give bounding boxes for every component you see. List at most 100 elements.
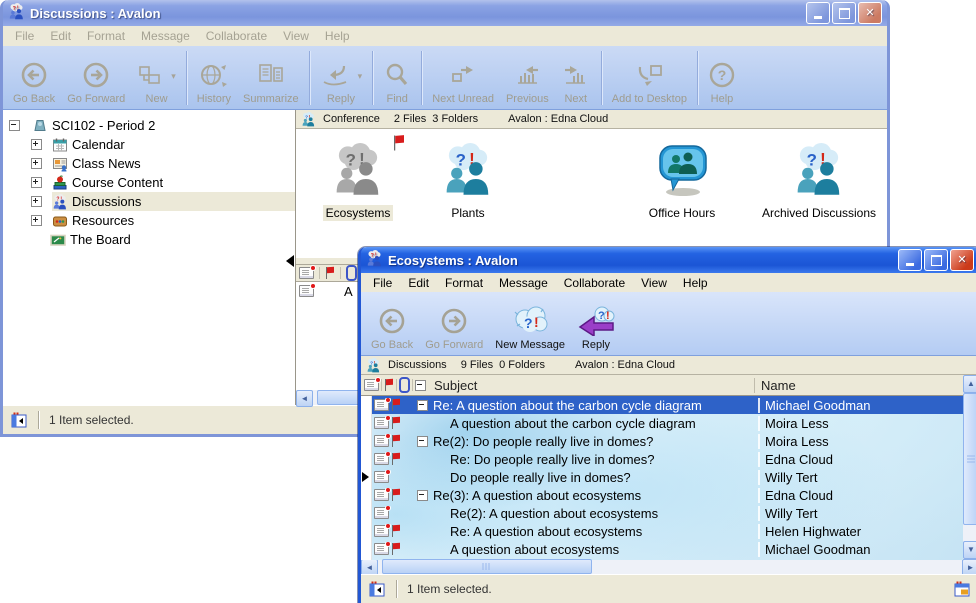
collapse-thread-icon[interactable] bbox=[417, 436, 428, 447]
dropdown-arrow-icon[interactable]: ▾ bbox=[171, 71, 176, 82]
close-button[interactable]: ✕ bbox=[950, 249, 974, 271]
view-toggle-icon[interactable] bbox=[954, 581, 971, 598]
scrollbar-track[interactable] bbox=[378, 559, 962, 574]
toolbar-reply[interactable]: ▾Reply bbox=[314, 48, 369, 108]
toolbar-help[interactable]: ?Help bbox=[702, 48, 742, 108]
scroll-up-arrow[interactable]: ▲ bbox=[963, 375, 976, 393]
toolbar-summarize[interactable]: Summarize bbox=[237, 48, 305, 108]
message-subject: Do people really live in domes? bbox=[450, 470, 631, 485]
menu-collaborate[interactable]: Collaborate bbox=[198, 29, 275, 43]
menu-edit[interactable]: Edit bbox=[42, 29, 79, 43]
panel-toggle-icon[interactable] bbox=[11, 412, 28, 429]
message-row[interactable]: Re: A question about the carbon cycle di… bbox=[372, 396, 963, 414]
scroll-left-arrow[interactable]: ◄ bbox=[296, 390, 313, 407]
menu-collaborate[interactable]: Collaborate bbox=[556, 276, 633, 290]
toolbar-go-back[interactable]: Go Back bbox=[7, 48, 61, 108]
menu-format[interactable]: Format bbox=[437, 276, 491, 290]
toolbar-reply[interactable]: ?!Reply bbox=[571, 294, 621, 354]
message-row[interactable]: Re(3): A question about ecosystemsEdna C… bbox=[372, 486, 963, 504]
scroll-down-arrow[interactable]: ▼ bbox=[963, 541, 976, 559]
minimize-button[interactable] bbox=[898, 249, 922, 271]
toolbar-go-forward[interactable]: Go Forward bbox=[419, 294, 489, 354]
message-row[interactable]: A question about ecosystemsMichael Goodm… bbox=[372, 540, 963, 558]
menu-message[interactable]: Message bbox=[133, 29, 198, 43]
toolbar-history[interactable]: History bbox=[191, 48, 237, 108]
ecosystems-window: ? ! Ecosystems : Avalon ✕ FileEditFormat… bbox=[358, 247, 976, 603]
toolbar-next[interactable]: Next bbox=[555, 48, 597, 108]
toolbar-previous[interactable]: Previous bbox=[500, 48, 555, 108]
toolbar-new-message[interactable]: ?!New Message bbox=[489, 294, 571, 354]
collapse-thread-icon[interactable] bbox=[417, 400, 428, 411]
next-icon bbox=[561, 63, 591, 90]
panel-toggle-icon[interactable] bbox=[369, 581, 386, 598]
attachment-icon bbox=[399, 377, 410, 393]
flag-icon bbox=[384, 379, 394, 391]
expand-box-icon[interactable] bbox=[31, 196, 42, 207]
tree-root[interactable]: SCI102 - Period 2 bbox=[3, 116, 295, 135]
maximize-button[interactable] bbox=[924, 249, 948, 271]
collapse-all-icon[interactable] bbox=[415, 380, 426, 391]
dropdown-arrow-icon[interactable]: ▾ bbox=[358, 71, 363, 82]
conference-ecosystems[interactable]: ? ! Ecosystems bbox=[310, 143, 406, 221]
scrollbar-thumb[interactable] bbox=[382, 559, 592, 574]
collapse-thread-icon[interactable] bbox=[417, 490, 428, 501]
tree-item-course-content[interactable]: Course Content bbox=[3, 173, 295, 192]
toolbar-go-back[interactable]: Go Back bbox=[365, 294, 419, 354]
toolbar-go-forward[interactable]: Go Forward bbox=[61, 48, 131, 108]
name-column-header[interactable]: Name bbox=[754, 378, 963, 393]
toolbar-next-unread[interactable]: Next Unread bbox=[426, 48, 500, 108]
toolbar-icon-row bbox=[377, 305, 407, 339]
expand-box-icon[interactable] bbox=[31, 158, 42, 169]
scrollbar-thumb[interactable] bbox=[963, 393, 976, 525]
message-row[interactable]: Re: A question about ecosystemsHelen Hig… bbox=[372, 522, 963, 540]
pane-type-label: Conference bbox=[323, 113, 380, 125]
message-row[interactable]: Re(2): A question about ecosystemsWilly … bbox=[372, 504, 963, 522]
expand-box-icon[interactable] bbox=[31, 215, 42, 226]
conference-office-hours[interactable]: Office Hours bbox=[626, 143, 738, 221]
envelope-icon bbox=[299, 285, 314, 297]
minimize-button[interactable] bbox=[806, 2, 830, 24]
message-subject: Re(2): A question about ecosystems bbox=[450, 506, 658, 521]
folder-tree: SCI102 - Period 2 CalendarClass NewsCours… bbox=[3, 110, 296, 405]
reply-color-icon: ?! bbox=[577, 306, 615, 339]
menu-message[interactable]: Message bbox=[491, 276, 556, 290]
message-row[interactable]: Re: Do people really live in domes?Edna … bbox=[372, 450, 963, 468]
expand-box-icon[interactable] bbox=[31, 177, 42, 188]
envelope-icon bbox=[374, 453, 389, 465]
menu-file[interactable]: File bbox=[365, 276, 400, 290]
toolbar-find[interactable]: Find bbox=[377, 48, 417, 108]
title-bar[interactable]: ? ! Discussions : Avalon ✕ bbox=[3, 0, 887, 26]
toolbar-icon-row bbox=[439, 305, 469, 339]
maximize-button[interactable] bbox=[832, 2, 856, 24]
conference-plants[interactable]: ? ! Plants bbox=[420, 143, 516, 221]
tree-item-the-board[interactable]: The Board bbox=[3, 230, 295, 249]
tree-item-discussions[interactable]: ? ! Discussions bbox=[3, 192, 295, 211]
scrollbar-track[interactable] bbox=[963, 393, 976, 541]
menu-view[interactable]: View bbox=[633, 276, 675, 290]
menu-help[interactable]: Help bbox=[675, 276, 716, 290]
expand-box-icon[interactable] bbox=[31, 139, 42, 150]
collapse-box-icon[interactable] bbox=[9, 120, 20, 131]
title-bar[interactable]: ? ! Ecosystems : Avalon ✕ bbox=[361, 247, 976, 273]
menu-help[interactable]: Help bbox=[317, 29, 358, 43]
tree-item-body: Calendar bbox=[52, 135, 295, 154]
message-row[interactable]: A question about the carbon cycle diagra… bbox=[372, 414, 963, 432]
menu-format[interactable]: Format bbox=[79, 29, 133, 43]
toolbar-add-to-desktop[interactable]: Add to Desktop bbox=[606, 48, 693, 108]
menu-edit[interactable]: Edit bbox=[400, 276, 437, 290]
menu-file[interactable]: File bbox=[7, 29, 42, 43]
message-row[interactable]: Do people really live in domes?Willy Ter… bbox=[372, 468, 963, 486]
close-button[interactable]: ✕ bbox=[858, 2, 882, 24]
tree-root-label: SCI102 - Period 2 bbox=[52, 118, 155, 133]
menu-view[interactable]: View bbox=[275, 29, 317, 43]
envelope-icon bbox=[364, 379, 379, 391]
toolbar-new[interactable]: ▾New bbox=[131, 48, 182, 108]
tree-item-calendar[interactable]: Calendar bbox=[3, 135, 295, 154]
toolbar-label: New bbox=[146, 93, 168, 105]
tree-item-resources[interactable]: Resources bbox=[3, 211, 295, 230]
message-row[interactable]: Re(2): Do people really live in domes?Mo… bbox=[372, 432, 963, 450]
tree-item-class-news[interactable]: Class News bbox=[3, 154, 295, 173]
conference-archived-discussions[interactable]: ? ! Archived Discussions bbox=[748, 143, 890, 221]
subject-column-header[interactable]: Subject bbox=[434, 378, 754, 393]
toolbar-group: ?Help bbox=[702, 48, 742, 108]
